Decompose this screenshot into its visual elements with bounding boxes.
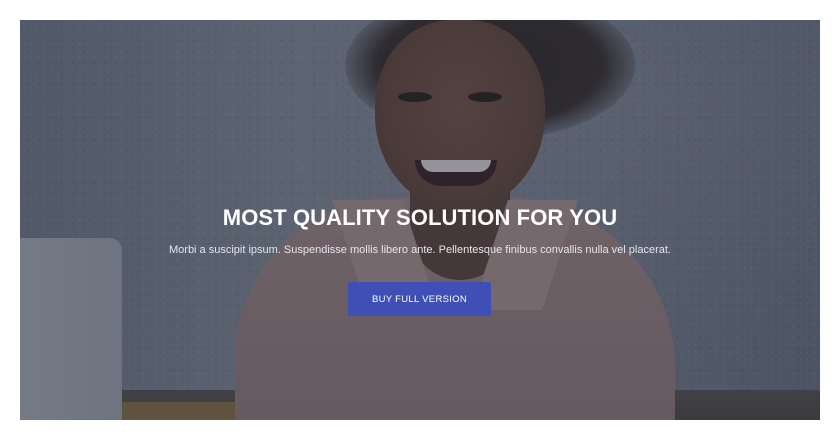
hero-subtitle: Morbi a suscipit ipsum. Suspendisse moll…: [169, 244, 671, 256]
buy-full-version-button[interactable]: BUY FULL VERSION: [348, 282, 491, 316]
hero-content: MOST QUALITY SOLUTION FOR YOU Morbi a su…: [20, 20, 820, 420]
page: MOST QUALITY SOLUTION FOR YOU Morbi a su…: [0, 0, 840, 440]
hero-title: MOST QUALITY SOLUTION FOR YOU: [222, 205, 618, 230]
hero-section: MOST QUALITY SOLUTION FOR YOU Morbi a su…: [20, 20, 820, 420]
